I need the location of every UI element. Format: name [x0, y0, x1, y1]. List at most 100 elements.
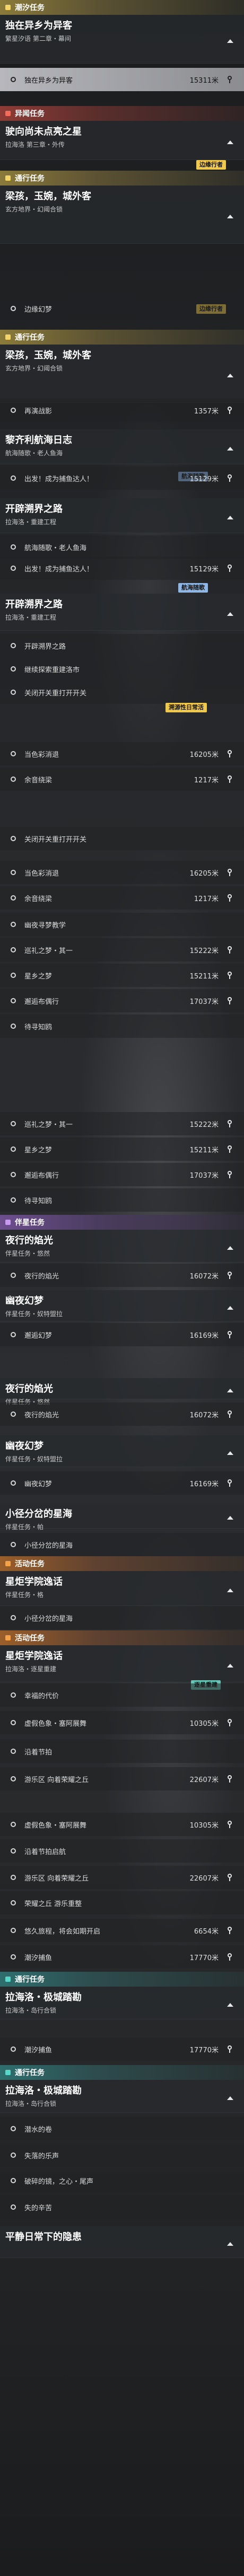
location-pin-icon[interactable]	[226, 1927, 233, 1934]
quest-objective-row[interactable]: 出发！成为捕鱼达人！ 15129米	[0, 557, 244, 580]
location-pin-icon[interactable]	[226, 1874, 233, 1881]
collapse-chevron-icon[interactable]	[227, 1305, 233, 1310]
quest-category-header[interactable]: 通行任务	[0, 330, 244, 345]
location-pin-icon[interactable]	[226, 869, 233, 876]
location-pin-icon[interactable]	[226, 1120, 233, 1127]
quest-objective-row[interactable]: 待寻知鸥	[0, 1014, 244, 1038]
quest-objective-row[interactable]: 荣耀之丘 游乐重整	[0, 1891, 244, 1915]
quest-card[interactable]: 幽夜幻梦 伴星任务・奴特盟拉	[0, 1435, 244, 1467]
quest-objective-row[interactable]: 小径分岔的星海	[0, 1606, 244, 1629]
quest-card[interactable]: 黎齐利航海日志 航海随歌・老人鱼海	[0, 429, 244, 464]
quest-objective-row[interactable]: 邂逅幻梦 16169米	[0, 1323, 244, 1346]
collapse-chevron-icon[interactable]	[227, 2096, 233, 2100]
quest-objective-row[interactable]: 潮汐捕鱼 17770米	[0, 2037, 244, 2061]
quest-card[interactable]: 平静日常下的隐患	[0, 2226, 244, 2258]
quest-objective-row[interactable]: 邂逅布偶行 17037米	[0, 989, 244, 1012]
location-pin-icon[interactable]	[226, 407, 233, 414]
collapse-chevron-icon[interactable]	[227, 2242, 233, 2246]
quest-objective-row[interactable]: 当色彩消退 16205米	[0, 861, 244, 884]
quest-card[interactable]: 拉海洛・极城踏勘 拉海洛・岛行合锁	[0, 1987, 244, 2019]
quest-objective-row[interactable]: 沿着节拍	[0, 1740, 244, 1763]
collapse-chevron-icon[interactable]	[227, 1663, 233, 1668]
quest-category-header[interactable]: 异闻任务	[0, 106, 244, 121]
location-pin-icon[interactable]	[226, 946, 233, 954]
quest-card[interactable]: 开辟溯界之路 拉海洛・重建工程	[0, 594, 244, 631]
quest-category-header[interactable]: 潮汐任务	[0, 0, 244, 15]
location-pin-icon[interactable]	[226, 1145, 233, 1153]
collapse-chevron-icon[interactable]	[227, 1515, 233, 1520]
quest-objective-row[interactable]: 破碎的镜，之心・尾声	[0, 2169, 244, 2192]
location-pin-icon[interactable]	[226, 775, 233, 783]
quest-category-header[interactable]: 活动任务	[0, 1630, 244, 1645]
collapse-chevron-icon[interactable]	[227, 612, 233, 616]
quest-objective-row[interactable]: 独在异乡为异客 15311米	[0, 68, 244, 91]
quest-objective-row[interactable]: 潮汐捕鱼 17770米	[0, 1945, 244, 1969]
collapse-chevron-icon[interactable]	[227, 214, 233, 218]
location-pin-icon[interactable]	[226, 750, 233, 757]
quest-objective-row[interactable]: 游乐区 向着荣耀之丘 22607米	[0, 1866, 244, 1889]
collapse-chevron-icon[interactable]	[227, 515, 233, 519]
quest-objective-row[interactable]: 邂逅布偶行 17037米	[0, 1163, 244, 1186]
quest-objective-row[interactable]: 待寻知鸥	[0, 1188, 244, 1212]
location-pin-icon[interactable]	[226, 1410, 233, 1418]
quest-category-header[interactable]: 通行任务	[0, 1972, 244, 1987]
location-pin-icon[interactable]	[226, 1953, 233, 1961]
location-pin-icon[interactable]	[226, 76, 233, 83]
collapse-chevron-icon[interactable]	[227, 1451, 233, 1455]
quest-objective-row[interactable]: 边缘幻梦	[0, 297, 244, 320]
quest-objective-row[interactable]: 关闭开关重打开开关	[0, 827, 244, 850]
quest-objective-row[interactable]: 开辟溯界之路	[0, 634, 244, 657]
collapse-chevron-icon[interactable]	[227, 2002, 233, 2007]
quest-card[interactable]: 梁孩，玉婉，城外客 玄方地界・幻阈合锁	[0, 186, 244, 244]
collapse-chevron-icon[interactable]	[227, 1246, 233, 1250]
quest-objective-row[interactable]: 航海随歌・老人鱼海	[0, 535, 244, 559]
location-pin-icon[interactable]	[226, 972, 233, 979]
quest-objective-row[interactable]: 游乐区 向着荣耀之丘 22607米	[0, 1767, 244, 1790]
quest-category-header[interactable]: 伴星任务	[0, 1215, 244, 1230]
quest-objective-row[interactable]: 当色彩消退 16205米	[0, 742, 244, 765]
location-pin-icon[interactable]	[226, 2045, 233, 2053]
quest-card[interactable]: 星炬学院逸话 拉海洛・逐星重建	[0, 1645, 244, 1682]
quest-objective-row[interactable]: 巡礼之梦・其一 15222米	[0, 938, 244, 961]
quest-category-header[interactable]: 通行任务	[0, 171, 244, 186]
collapse-chevron-icon[interactable]	[227, 140, 233, 144]
location-pin-icon[interactable]	[226, 894, 233, 902]
collapse-chevron-icon[interactable]	[227, 1388, 233, 1392]
quest-card[interactable]: 星炬学院逸话 伴星任务・格	[0, 1571, 244, 1606]
quest-card[interactable]: 梁孩，玉婉，城外客 玄方地界・幻阈合锁	[0, 345, 244, 403]
collapse-chevron-icon[interactable]	[227, 446, 233, 451]
quest-objective-row[interactable]: 幽夜幻梦 16169米	[0, 1471, 244, 1495]
location-pin-icon[interactable]	[226, 1331, 233, 1338]
quest-objective-row[interactable]: 失的辛苦	[0, 2195, 244, 2219]
quest-objective-row[interactable]: 继续探索重建洛市	[0, 657, 244, 681]
quest-card[interactable]: 独在异乡为异客 繁星汐语 第二章・幕间	[0, 15, 244, 64]
quest-objective-row[interactable]: 虚假色象・塞阿展舞 10305米	[0, 1813, 244, 1836]
location-pin-icon[interactable]	[226, 474, 233, 482]
location-pin-icon[interactable]	[226, 1479, 233, 1487]
quest-card[interactable]: 夜行的焰光 伴星任务・悠然	[0, 1230, 244, 1263]
location-pin-icon[interactable]	[226, 1272, 233, 1279]
quest-card[interactable]: 开辟溯界之路 拉海洛・重建工程	[0, 498, 244, 533]
location-pin-icon[interactable]	[226, 1719, 233, 1726]
quest-objective-row[interactable]: 夜行的焰光 16072米	[0, 1402, 244, 1426]
quest-objective-row[interactable]: 幸福的代价	[0, 1683, 244, 1707]
quest-card[interactable]: 小径分岔的星海 伴星任务・帕	[0, 1503, 244, 1531]
collapse-chevron-icon[interactable]	[227, 373, 233, 377]
quest-objective-row[interactable]: 小径分岔的星海	[0, 1533, 244, 1556]
quest-category-header[interactable]: 通行任务	[0, 2065, 244, 2080]
location-pin-icon[interactable]	[226, 1775, 233, 1783]
quest-card[interactable]: 夜行的焰光 伴星任务・悠然	[0, 1378, 244, 1406]
location-pin-icon[interactable]	[226, 997, 233, 1004]
quest-card[interactable]: 拉海洛・极城踏勘 拉海洛・岛行合锁	[0, 2080, 244, 2113]
quest-objective-row[interactable]: 潜水的卷	[0, 2117, 244, 2140]
quest-objective-row[interactable]: 星乡之梦 15211米	[0, 1137, 244, 1161]
location-pin-icon[interactable]	[226, 1171, 233, 1178]
quest-objective-row[interactable]: 巡礼之梦・其一 15222米	[0, 1112, 244, 1135]
collapse-chevron-icon[interactable]	[227, 1588, 233, 1592]
location-pin-icon[interactable]	[226, 1821, 233, 1828]
quest-objective-row[interactable]: 夜行的焰光 16072米	[0, 1264, 244, 1287]
quest-objective-row[interactable]: 悠久旅程，将会如期开启 6654米	[0, 1919, 244, 1942]
quest-objective-row[interactable]: 失落的乐声	[0, 2143, 244, 2167]
quest-objective-row[interactable]: 虚假色象・塞阿展舞 10305米	[0, 1711, 244, 1734]
location-pin-icon[interactable]	[226, 564, 233, 572]
